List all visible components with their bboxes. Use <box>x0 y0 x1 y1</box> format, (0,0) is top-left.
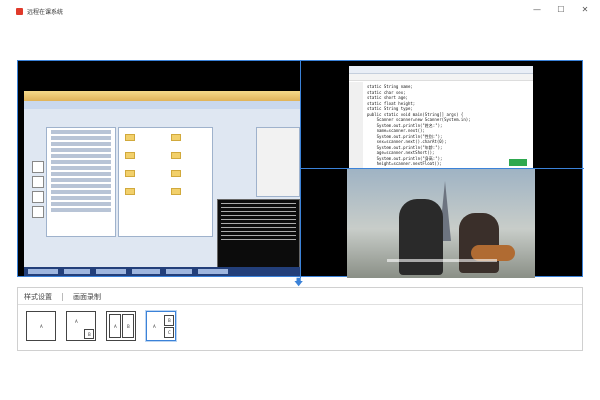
file-list <box>118 127 213 237</box>
title-bar: 远程在课系统 — ☐ ✕ <box>0 0 600 22</box>
folder-icon <box>171 152 181 159</box>
layout-sub-window: A <box>109 314 121 338</box>
video-pane-screen[interactable] <box>18 61 301 278</box>
layout-sub-window: C <box>164 327 174 338</box>
folder-icon <box>171 170 181 177</box>
layout-sub-window: B <box>84 329 94 339</box>
desktop-toolbar <box>24 91 300 101</box>
layout-label-a: A <box>75 319 78 324</box>
folder-icon <box>171 188 181 195</box>
editor-status-badge <box>509 159 527 166</box>
layout-options: A A B A B A B C <box>26 311 176 341</box>
desktop-side-panel <box>256 127 300 197</box>
layout-label-c: C <box>168 330 171 335</box>
folder-tree <box>46 127 116 237</box>
code-line: height=scanner.nextFloat(); <box>367 161 442 166</box>
app-window: 远程在课系统 — ☐ ✕ static String name; static … <box>0 0 600 400</box>
folder-icon <box>125 188 135 195</box>
layout-label-a: A <box>153 324 156 329</box>
layout-label-b: B <box>127 324 130 329</box>
folder-icon <box>125 134 135 141</box>
tab-divider <box>18 304 582 305</box>
layout-side-by-side[interactable]: A B <box>106 311 136 341</box>
video-pane-code[interactable]: static String name; static char sex; stati… <box>301 61 584 169</box>
layout-label-b: B <box>88 332 91 337</box>
tab-separator <box>62 293 63 301</box>
close-button[interactable]: ✕ <box>580 6 590 14</box>
window-controls: — ☐ ✕ <box>532 6 590 14</box>
editor-body: static String name; static char sex; stati… <box>349 82 533 168</box>
performer-singer <box>399 199 443 275</box>
folder-icon <box>171 134 181 141</box>
desktop-address-bar <box>24 101 300 109</box>
layout-label-a: A <box>114 324 117 329</box>
editor-gutter <box>349 82 363 168</box>
video-scene <box>347 169 535 278</box>
video-preview-area: static String name; static char sex; stati… <box>17 60 584 278</box>
performer-guitarist <box>459 213 499 273</box>
settings-panel: 样式设置 画面录制 A A B A B A B C <box>17 287 583 351</box>
desktop-taskbar <box>24 267 300 276</box>
desktop-capture <box>24 91 300 276</box>
layout-label-b: B <box>168 318 171 323</box>
layout-pip[interactable]: A B <box>66 311 96 341</box>
code-text: static String name; static char sex; stati… <box>363 82 533 168</box>
window-title: 远程在课系统 <box>27 8 64 16</box>
code-editor: static String name; static char sex; stati… <box>349 66 533 168</box>
layout-label-a: A <box>40 324 43 329</box>
console-window <box>217 199 300 274</box>
minimize-button[interactable]: — <box>532 6 542 14</box>
layout-sub-window: B <box>122 314 134 338</box>
maximize-button[interactable]: ☐ <box>556 6 566 14</box>
desktop-thumbnails <box>32 161 44 221</box>
editor-menu-bar <box>349 66 533 74</box>
app-logo-icon <box>16 7 23 15</box>
layout-sub-window: B <box>164 315 174 326</box>
folder-icon <box>125 152 135 159</box>
folder-icon <box>125 170 135 177</box>
editor-toolbar <box>349 74 533 81</box>
layout-single[interactable]: A <box>26 311 56 341</box>
video-subtitle <box>387 259 497 262</box>
layout-one-plus-two[interactable]: A B C <box>146 311 176 341</box>
video-pane-camera[interactable] <box>301 169 584 278</box>
